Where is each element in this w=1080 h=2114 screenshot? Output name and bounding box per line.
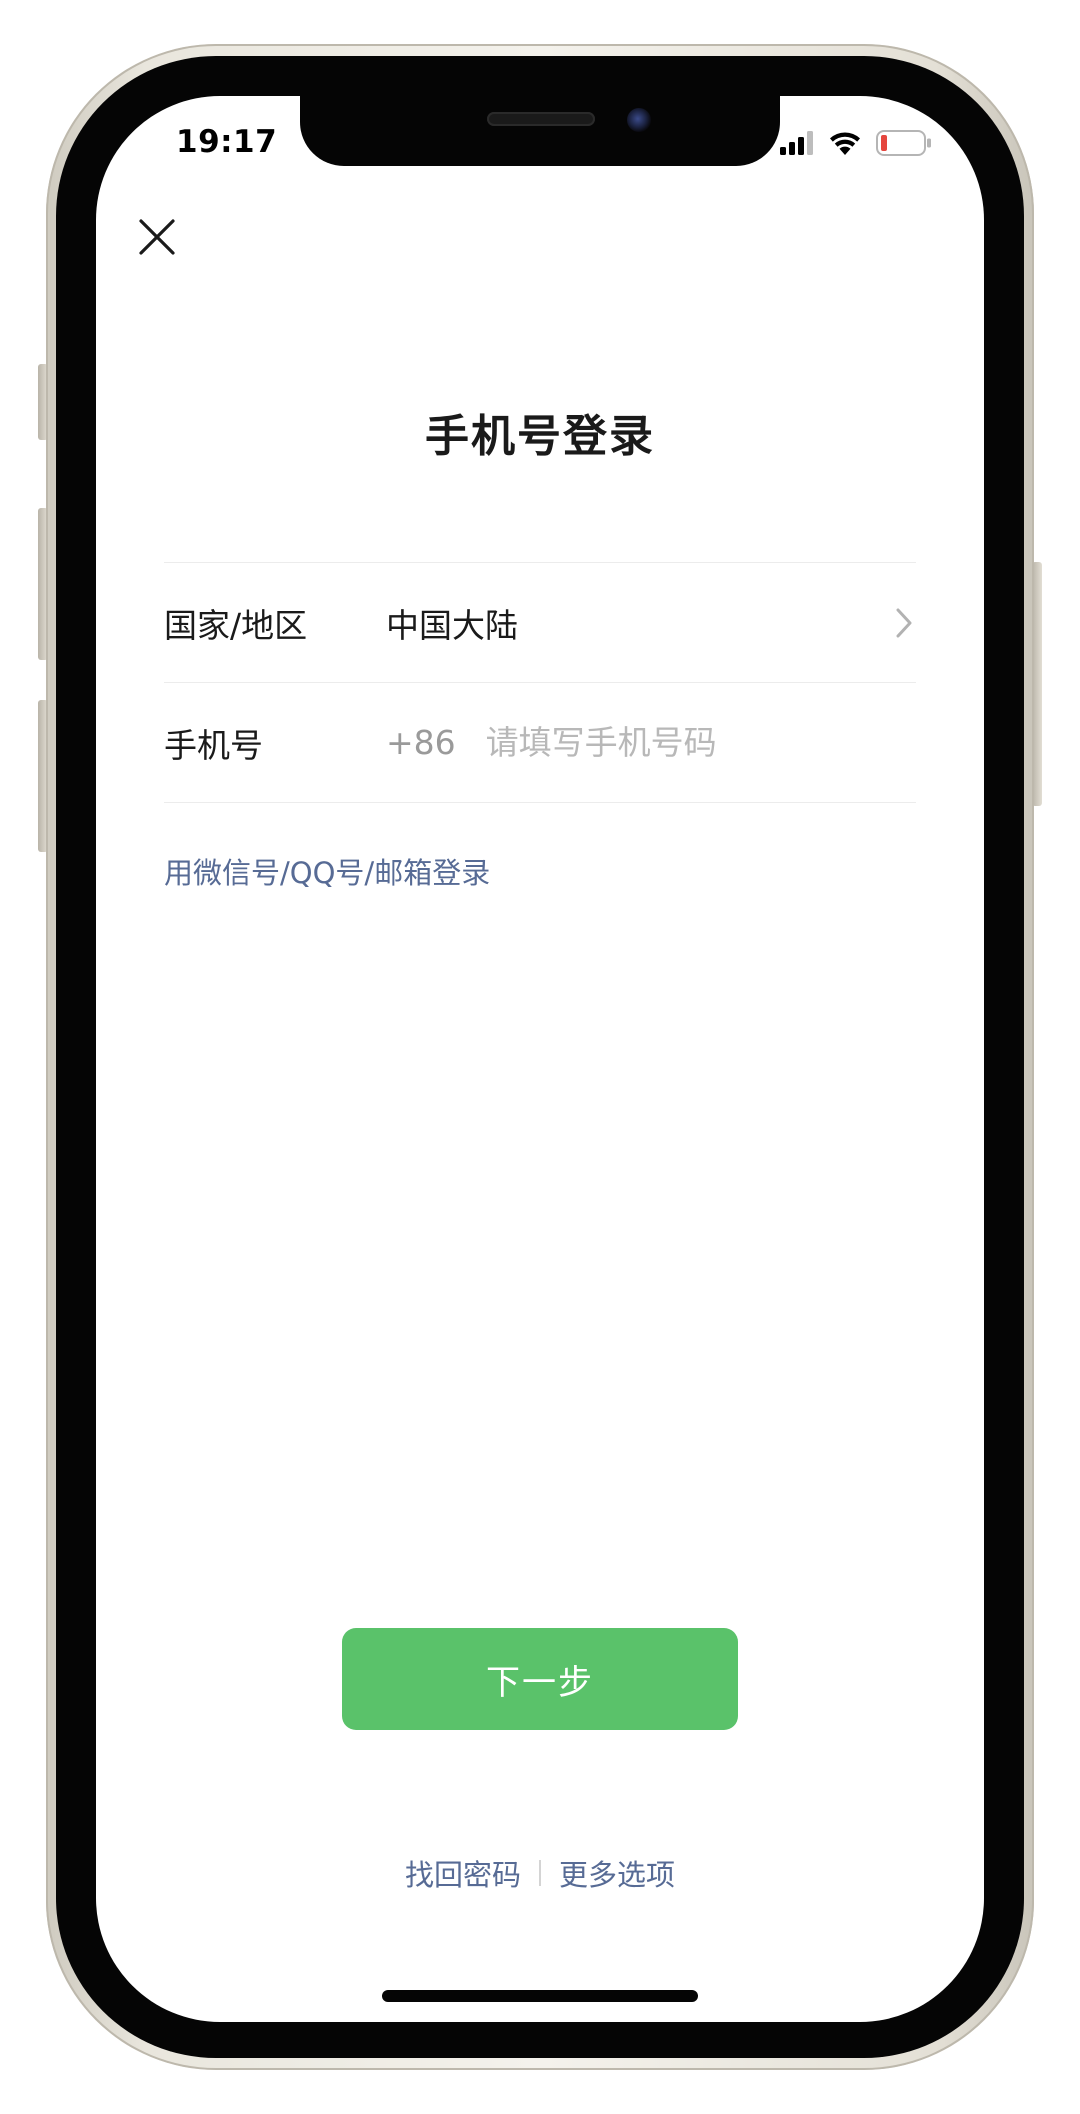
battery-icon	[876, 130, 931, 156]
alt-login-link[interactable]: 用微信号/QQ号/邮箱登录	[164, 850, 490, 892]
status-time: 19:17	[176, 124, 278, 160]
next-step-button[interactable]: 下一步	[342, 1628, 738, 1730]
speaker-grill	[487, 112, 595, 126]
front-camera	[627, 108, 651, 132]
phone-label: 手机号	[164, 725, 263, 765]
close-icon[interactable]	[138, 218, 176, 256]
status-icons	[780, 128, 932, 158]
chevron-right-icon	[896, 608, 912, 638]
phone-row: 手机号 +86	[164, 683, 916, 802]
cellular-signal-icon	[780, 131, 813, 155]
divider	[164, 802, 916, 803]
country-code: +86	[386, 723, 456, 762]
wifi-icon	[830, 132, 860, 155]
device-screenshot: 19:17 手机号登录 国家/地区 中国大陆 手机号 +86 请填写手机号码 用…	[0, 0, 1080, 2114]
page-title: 手机号登录	[425, 411, 655, 462]
home-indicator[interactable]	[382, 1990, 698, 2002]
link-separator	[539, 1860, 541, 1886]
recover-password-link[interactable]: 找回密码	[405, 1852, 521, 1894]
screen	[96, 96, 984, 2022]
region-value: 中国大陆	[386, 605, 518, 645]
phone-number-input[interactable]	[485, 723, 866, 762]
region-label: 国家/地区	[164, 605, 308, 645]
login-form: 国家/地区 中国大陆 手机号 +86	[164, 562, 916, 803]
more-options-link[interactable]: 更多选项	[559, 1852, 675, 1894]
region-row[interactable]: 国家/地区 中国大陆	[164, 563, 916, 682]
bottom-links: 找回密码 更多选项	[0, 1852, 1080, 1894]
notch	[300, 96, 780, 166]
